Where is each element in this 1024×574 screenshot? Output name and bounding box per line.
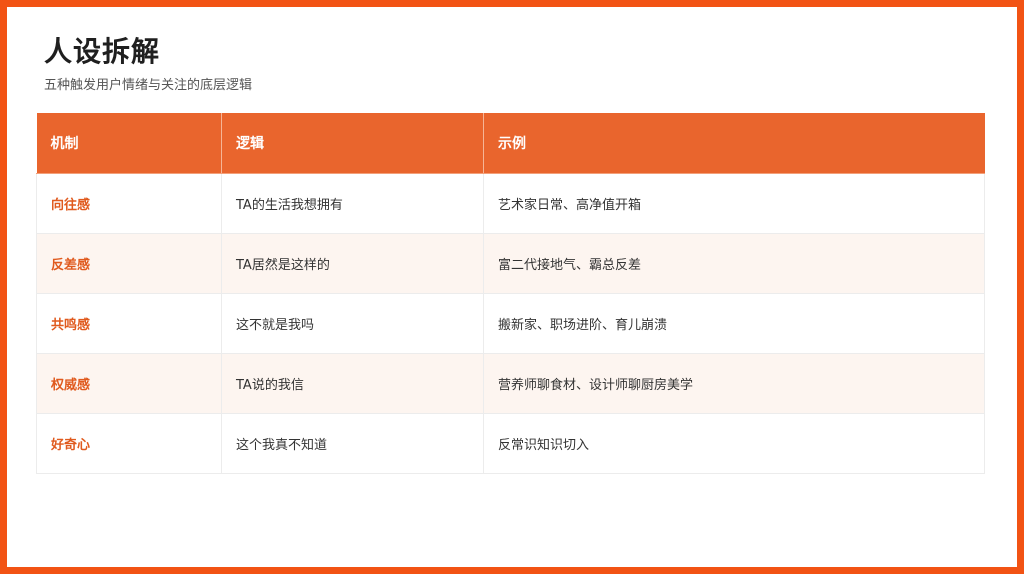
mechanism-cell: 共鸣感 xyxy=(36,292,222,354)
page-title: 人设拆解 xyxy=(44,35,161,68)
column-header-mechanism: 机制 xyxy=(36,113,222,174)
logic-cell: TA说的我信 xyxy=(221,352,484,414)
persona-mechanism-table: 机制 逻辑 示例 向往感 TA的生活我想拥有 艺术家日常、高净值开箱 反差感 T… xyxy=(36,113,985,474)
table-row: 共鸣感 这不就是我吗 搬新家、职场进阶、育儿崩溃 xyxy=(36,292,985,354)
logic-cell: 这个我真不知道 xyxy=(221,412,484,474)
example-cell: 艺术家日常、高净值开箱 xyxy=(483,172,985,234)
table-row: 向往感 TA的生活我想拥有 艺术家日常、高净值开箱 xyxy=(36,172,985,234)
example-cell: 营养师聊食材、设计师聊厨房美学 xyxy=(483,352,985,414)
mechanism-cell: 向往感 xyxy=(36,172,222,234)
column-header-example: 示例 xyxy=(483,113,985,174)
column-header-logic: 逻辑 xyxy=(221,113,484,174)
table-row: 反差感 TA居然是这样的 富二代接地气、霸总反差 xyxy=(36,232,985,294)
table-row: 好奇心 这个我真不知道 反常识知识切入 xyxy=(36,412,985,474)
mechanism-cell: 反差感 xyxy=(36,232,222,294)
mechanism-cell: 权威感 xyxy=(36,352,222,414)
example-cell: 富二代接地气、霸总反差 xyxy=(483,232,985,294)
mechanism-cell: 好奇心 xyxy=(36,412,222,474)
example-cell: 搬新家、职场进阶、育儿崩溃 xyxy=(483,292,985,354)
page-subtitle: 五种触发用户情绪与关注的底层逻辑 xyxy=(44,78,253,93)
logic-cell: TA居然是这样的 xyxy=(221,232,484,294)
logic-cell: TA的生活我想拥有 xyxy=(221,172,484,234)
table-row: 权威感 TA说的我信 营养师聊食材、设计师聊厨房美学 xyxy=(36,352,985,414)
example-cell: 反常识知识切入 xyxy=(483,412,985,474)
table-header-row: 机制 逻辑 示例 xyxy=(36,113,985,174)
logic-cell: 这不就是我吗 xyxy=(221,292,484,354)
